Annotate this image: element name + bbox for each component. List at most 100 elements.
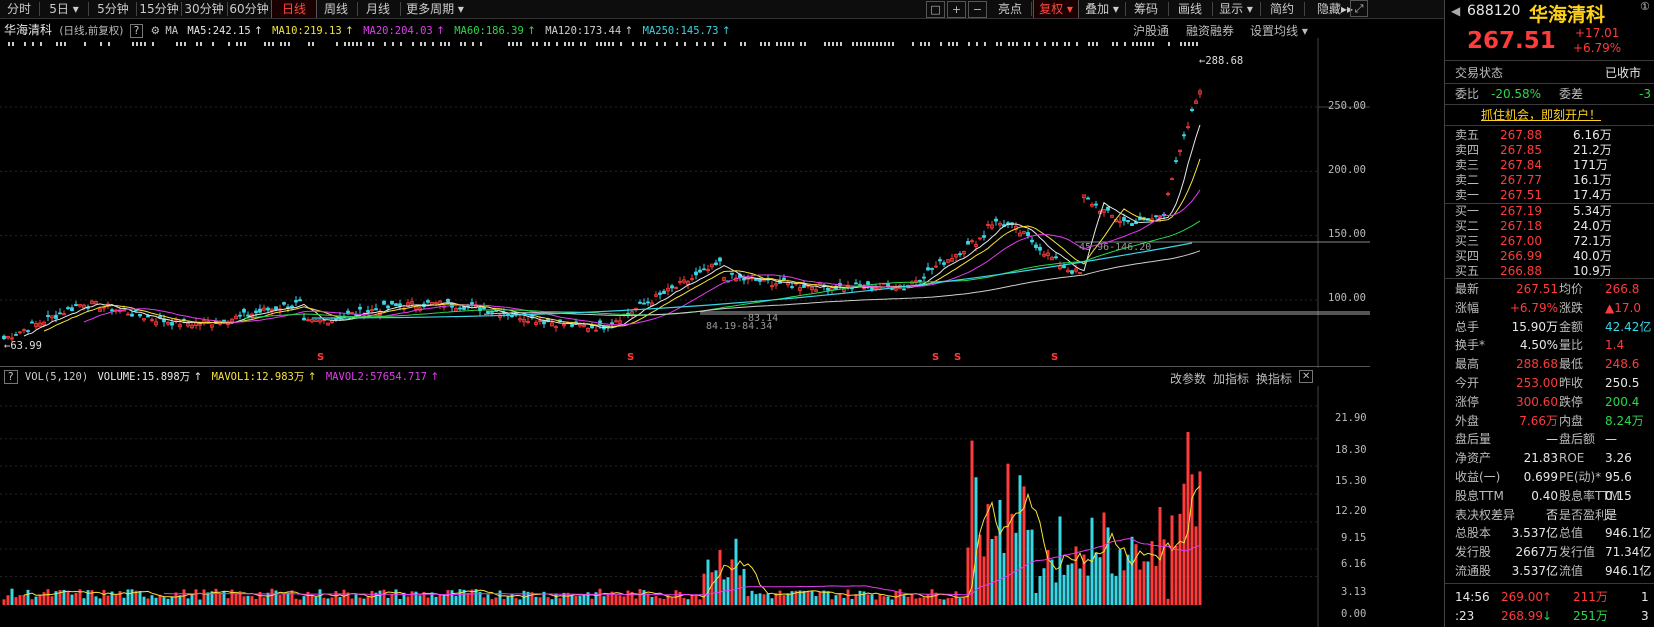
price-candle [66,307,70,310]
signal-marker [512,42,514,46]
volume-bar [506,596,510,605]
signal-marker [1124,42,1126,46]
volume-bar [242,596,246,605]
margin-trading-link[interactable]: 融资融券 [1186,22,1234,39]
price-candle [1182,134,1186,137]
tab-monthly[interactable]: 月线 [358,0,398,18]
tick-volume: 251万 [1573,609,1608,623]
chips-button[interactable]: 筹码 [1127,0,1165,18]
price-candle [646,301,650,304]
tab-more-periods[interactable]: 更多周期 ▾ [402,0,468,18]
price-candle [254,310,258,314]
price-candle [258,308,262,313]
info-icon[interactable]: ① [1640,0,1650,13]
volume-bar [734,538,738,605]
stat-value: 8.24万 [1605,413,1644,428]
overlay-button[interactable]: 叠加 ▾ [1080,0,1124,18]
signal-marker [1152,42,1154,46]
volume-bar [418,595,422,605]
price-candle [2,335,6,340]
signal-marker [780,42,782,46]
signal-marker [288,42,290,46]
zoom-out-icon[interactable]: − [968,1,987,18]
signal-marker [508,42,510,46]
zoom-in-icon[interactable]: + [947,1,966,18]
price-candle [658,292,662,295]
window-icon[interactable]: □ [926,1,945,18]
volume-bar [1002,552,1006,605]
adjust-button[interactable]: 复权 ▾ [1033,0,1079,18]
volume-chart[interactable] [0,386,1370,627]
stat-label: 总手 [1455,319,1480,334]
tab-weekly[interactable]: 周线 [316,0,356,18]
volume-bar [858,590,862,605]
signal-marker [832,42,834,46]
volume-bar [46,589,50,605]
tab-30min[interactable]: 30分钟 [182,0,226,18]
price-candle [1086,197,1090,200]
price-candle [58,312,62,315]
prev-stock-icon[interactable]: ◀ [1451,4,1460,18]
signal-marker [568,42,570,46]
signal-marker [676,42,678,46]
volume-bar [690,594,694,605]
signal-marker [1136,42,1138,46]
chart-mode: (日线,前复权) [59,25,124,37]
help-icon[interactable]: ? [129,24,144,38]
fullscreen-icon[interactable]: ⤢ [1350,0,1368,17]
tick-row: :23 268.99 ↓ 251万 3 [1445,607,1654,625]
event-marker[interactable]: S [932,352,939,363]
candlestick-chart[interactable] [0,38,1370,368]
volume-bar [854,594,858,605]
event-marker[interactable]: S [627,352,634,363]
vol-help-icon[interactable]: ? [4,370,18,384]
ask-row: 卖三 267.84 171万 [1445,158,1654,173]
highlights-button[interactable]: 亮点 [990,0,1030,18]
signal-marker [152,42,154,46]
event-marker[interactable]: S [1051,352,1058,363]
stats-row: 换手* 4.50% 量比 1.4 [1445,336,1654,354]
open-account-link[interactable]: 抓住机会，即刻开户！ [1481,106,1601,123]
price-candle [334,318,338,321]
volume-bar [902,595,906,605]
volume-bar [1154,565,1158,605]
signal-marker [284,42,286,46]
volume-bar [22,594,26,605]
tab-fenshi[interactable]: 分时 [0,0,38,18]
close-icon[interactable]: ✕ [1299,370,1314,383]
volume-bar [730,559,734,605]
tab-5min[interactable]: 5分钟 [91,0,135,18]
tab-60min[interactable]: 60分钟 [228,0,270,18]
volume-bar [622,596,626,605]
gear-icon[interactable]: ⚙ [151,25,160,37]
tab-5day[interactable]: 5日 ▾ [42,0,86,18]
stats-row: 总手 15.90万 金额 42.42亿 [1445,318,1654,336]
volume-bar [614,595,618,605]
draw-button[interactable]: 画线 [1170,0,1210,18]
event-marker[interactable]: S [954,352,961,363]
volume-bar [2,599,6,605]
display-button[interactable]: 显示 ▾ [1214,0,1258,18]
tab-15min[interactable]: 15分钟 [138,0,180,18]
volume-bar [234,594,238,605]
hk-connect-link[interactable]: 沪股通 [1133,22,1169,39]
tab-daily[interactable]: 日线 [271,0,317,18]
add-indicator-link[interactable]: 加指标 [1213,370,1249,387]
volume-bar [602,596,606,605]
signal-marker [200,42,202,46]
event-marker[interactable]: S [317,352,324,363]
switch-indicator-link[interactable]: 换指标 [1256,370,1292,387]
volume-bar [1110,573,1114,605]
edit-params-link[interactable]: 改参数 [1170,370,1206,387]
stats-row: 总股本 3.537亿 总值 946.1亿 [1445,524,1654,542]
ma-settings-link[interactable]: 设置均线 ▾ [1250,22,1308,39]
simple-button[interactable]: 简约 [1262,0,1302,18]
signal-marker [140,42,142,46]
price-candle [294,300,298,303]
volume-bar [278,595,282,605]
signal-marker [1180,42,1182,46]
volume-bar [722,579,726,605]
signal-marker [984,42,986,46]
price-candle [426,300,430,303]
price-axis-250: 250.00 [1328,100,1366,112]
